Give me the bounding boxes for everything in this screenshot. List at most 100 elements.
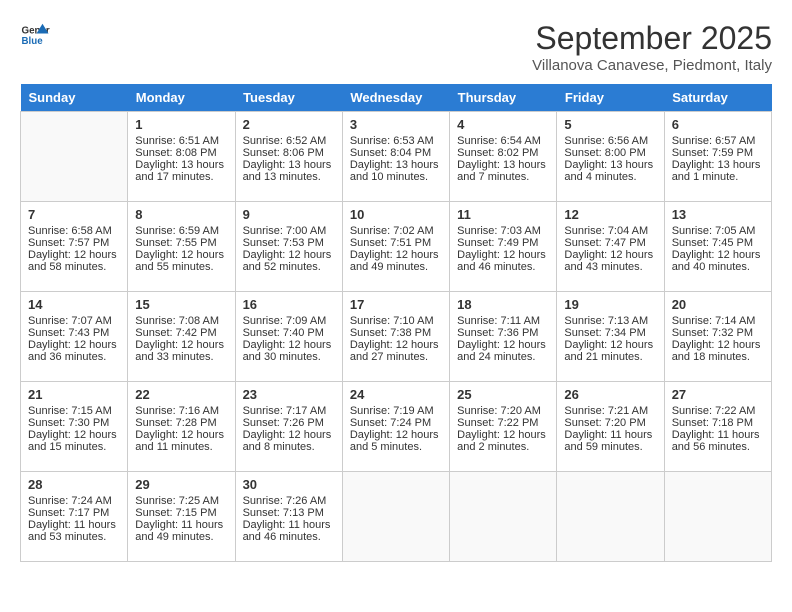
calendar-cell: 30 Sunrise: 7:26 AMSunset: 7:13 PMDayligh… (235, 472, 342, 562)
sunrise-text: Sunrise: 7:26 AM (243, 495, 335, 507)
sunrise-text: Sunrise: 6:59 AM (135, 225, 227, 237)
day-number: 26 (564, 387, 656, 402)
svg-text:Blue: Blue (22, 36, 44, 47)
sunset-text: Sunset: 8:08 PM (135, 147, 227, 159)
day-number: 25 (457, 387, 549, 402)
calendar-cell: 5Sunrise: 6:56 AMSunset: 8:00 PMDaylight… (557, 112, 664, 202)
weekday-tuesday: Tuesday (235, 84, 342, 112)
sunset-text: Sunset: 7:17 PM (28, 507, 120, 519)
calendar-cell: 19Sunrise: 7:13 AMSunset: 7:34 PMDayligh… (557, 292, 664, 382)
sunset-text: Sunset: 8:06 PM (243, 147, 335, 159)
sunset-text: Sunset: 7:47 PM (564, 237, 656, 249)
daylight-text: Daylight: 12 hours and 15 minutes. (28, 429, 120, 453)
sunset-text: Sunset: 7:30 PM (28, 417, 120, 429)
daylight-text: Daylight: 13 hours and 13 minutes. (243, 159, 335, 183)
calendar-cell: 6Sunrise: 6:57 AMSunset: 7:59 PMDaylight… (664, 112, 771, 202)
daylight-text: Daylight: 11 hours and 46 minutes. (243, 519, 335, 543)
sunrise-text: Sunrise: 6:52 AM (243, 135, 335, 147)
daylight-text: Daylight: 12 hours and 11 minutes. (135, 429, 227, 453)
day-number: 12 (564, 207, 656, 222)
day-number: 28 (28, 477, 120, 492)
sunrise-text: Sunrise: 6:58 AM (28, 225, 120, 237)
daylight-text: Daylight: 12 hours and 27 minutes. (350, 339, 442, 363)
sunrise-text: Sunrise: 7:22 AM (672, 405, 764, 417)
calendar-cell: 4Sunrise: 6:54 AMSunset: 8:02 PMDaylight… (450, 112, 557, 202)
calendar-cell: 18Sunrise: 7:11 AMSunset: 7:36 PMDayligh… (450, 292, 557, 382)
sunset-text: Sunset: 7:45 PM (672, 237, 764, 249)
day-number: 4 (457, 117, 549, 132)
sunset-text: Sunset: 7:28 PM (135, 417, 227, 429)
sunrise-text: Sunrise: 6:51 AM (135, 135, 227, 147)
sunset-text: Sunset: 7:38 PM (350, 327, 442, 339)
calendar-cell (557, 472, 664, 562)
sunrise-text: Sunrise: 7:13 AM (564, 315, 656, 327)
sunset-text: Sunset: 7:55 PM (135, 237, 227, 249)
sunset-text: Sunset: 7:26 PM (243, 417, 335, 429)
calendar-cell: 3Sunrise: 6:53 AMSunset: 8:04 PMDaylight… (342, 112, 449, 202)
daylight-text: Daylight: 12 hours and 49 minutes. (350, 249, 442, 273)
daylight-text: Daylight: 12 hours and 33 minutes. (135, 339, 227, 363)
logo-icon: General Blue (20, 20, 50, 50)
sunrise-text: Sunrise: 7:15 AM (28, 405, 120, 417)
sunset-text: Sunset: 7:13 PM (243, 507, 335, 519)
sunrise-text: Sunrise: 7:07 AM (28, 315, 120, 327)
day-number: 9 (243, 207, 335, 222)
calendar-table: SundayMondayTuesdayWednesdayThursdayFrid… (20, 84, 772, 562)
calendar-cell: 20Sunrise: 7:14 AMSunset: 7:32 PMDayligh… (664, 292, 771, 382)
day-number: 14 (28, 297, 120, 312)
title-section: September 2025 Villanova Canavese, Piedm… (532, 20, 772, 74)
day-number: 30 (243, 477, 335, 492)
sunrise-text: Sunrise: 7:11 AM (457, 315, 549, 327)
daylight-text: Daylight: 12 hours and 52 minutes. (243, 249, 335, 273)
daylight-text: Daylight: 12 hours and 30 minutes. (243, 339, 335, 363)
day-number: 19 (564, 297, 656, 312)
sunset-text: Sunset: 7:42 PM (135, 327, 227, 339)
day-number: 1 (135, 117, 227, 132)
calendar-cell: 15Sunrise: 7:08 AMSunset: 7:42 PMDayligh… (128, 292, 235, 382)
day-number: 21 (28, 387, 120, 402)
sunrise-text: Sunrise: 7:03 AM (457, 225, 549, 237)
day-number: 6 (672, 117, 764, 132)
day-number: 3 (350, 117, 442, 132)
calendar-cell: 14 Sunrise: 7:07 AMSunset: 7:43 PMDayligh… (21, 292, 128, 382)
daylight-text: Daylight: 11 hours and 49 minutes. (135, 519, 227, 543)
calendar-week-3: 14Sunrise: 7:07 AMSunset: 7:43 PMDayligh… (21, 292, 772, 382)
sunset-text: Sunset: 7:57 PM (28, 237, 120, 249)
calendar-cell: 10Sunrise: 7:02 AMSunset: 7:51 PMDayligh… (342, 202, 449, 292)
sunrise-text: Sunrise: 7:19 AM (350, 405, 442, 417)
sunset-text: Sunset: 7:53 PM (243, 237, 335, 249)
day-number: 22 (135, 387, 227, 402)
daylight-text: Daylight: 12 hours and 36 minutes. (28, 339, 120, 363)
logo: General Blue (20, 20, 50, 50)
day-number: 29 (135, 477, 227, 492)
day-number: 10 (350, 207, 442, 222)
sunrise-text: Sunrise: 7:09 AM (243, 315, 335, 327)
calendar-cell (21, 112, 128, 202)
day-number: 5 (564, 117, 656, 132)
sunrise-text: Sunrise: 6:56 AM (564, 135, 656, 147)
sunset-text: Sunset: 7:43 PM (28, 327, 120, 339)
daylight-text: Daylight: 13 hours and 17 minutes. (135, 159, 227, 183)
calendar-cell: 2Sunrise: 6:52 AMSunset: 8:06 PMDaylight… (235, 112, 342, 202)
daylight-text: Daylight: 12 hours and 2 minutes. (457, 429, 549, 453)
weekday-wednesday: Wednesday (342, 84, 449, 112)
location-title: Villanova Canavese, Piedmont, Italy (532, 57, 772, 74)
sunset-text: Sunset: 7:59 PM (672, 147, 764, 159)
sunrise-text: Sunrise: 7:14 AM (672, 315, 764, 327)
calendar-cell: 7Sunrise: 6:58 AMSunset: 7:57 PMDaylight… (21, 202, 128, 292)
sunrise-text: Sunrise: 6:53 AM (350, 135, 442, 147)
calendar-cell (342, 472, 449, 562)
calendar-cell: 21 Sunrise: 7:15 AMSunset: 7:30 PMDayligh… (21, 382, 128, 472)
daylight-text: Daylight: 11 hours and 53 minutes. (28, 519, 120, 543)
daylight-text: Daylight: 12 hours and 58 minutes. (28, 249, 120, 273)
sunrise-text: Sunrise: 7:04 AM (564, 225, 656, 237)
sunset-text: Sunset: 7:40 PM (243, 327, 335, 339)
calendar-body: 1Sunrise: 6:51 AMSunset: 8:08 PMDaylight… (21, 112, 772, 562)
day-number: 20 (672, 297, 764, 312)
sunrise-text: Sunrise: 7:00 AM (243, 225, 335, 237)
daylight-text: Daylight: 13 hours and 7 minutes. (457, 159, 549, 183)
calendar-cell (450, 472, 557, 562)
sunrise-text: Sunrise: 7:25 AM (135, 495, 227, 507)
day-number: 23 (243, 387, 335, 402)
calendar-week-5: 28Sunrise: 7:24 AMSunset: 7:17 PMDayligh… (21, 472, 772, 562)
